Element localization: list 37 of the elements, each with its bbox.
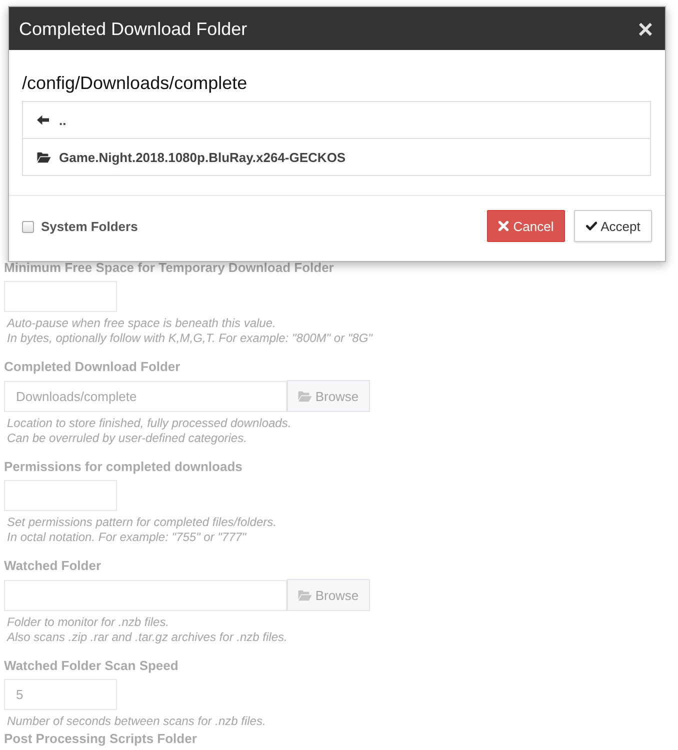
close-button[interactable]: × <box>636 16 655 42</box>
help-text: Folder to monitor for .nzb files. <box>6 615 170 630</box>
accept-button[interactable]: Accept <box>574 210 652 242</box>
help-text: Auto-pause when free space is beneath this value. <box>6 316 277 331</box>
folder-icon <box>298 590 312 600</box>
setting-label: Watched Folder Scan Speed <box>4 657 180 675</box>
help-text: Location to store finished, fully processed downloads. <box>6 416 292 431</box>
arrow-left-icon <box>37 115 49 125</box>
browse-button[interactable]: Browse <box>287 380 370 412</box>
folder-icon <box>37 152 51 162</box>
current-path: /config/Downloads/complete <box>22 72 248 94</box>
setting-label: Permissions for completed downloads <box>4 458 244 476</box>
help-text: Also scans .zip .rar and .tar.gz archives for .nzb files. <box>6 630 288 645</box>
checkbox-label: System Folders <box>41 218 138 234</box>
text-field[interactable] <box>4 480 117 511</box>
text-field[interactable] <box>4 580 287 610</box>
setting-label: Minimum Free Space for Temporary Download Folder <box>4 259 335 277</box>
help-text: In octal notation. For example: "755" or "777" <box>6 530 248 545</box>
setting-label: Watched Folder <box>4 557 102 575</box>
check-icon <box>586 221 597 231</box>
close-icon <box>498 221 510 231</box>
browse-button[interactable]: Browse <box>287 579 370 611</box>
text-field[interactable] <box>4 281 117 312</box>
help-text: Number of seconds between scans for .nzb files. <box>6 714 267 729</box>
help-text: In bytes, optionally follow with K,M,G,T. For example: "800M" or "8G" <box>6 331 374 346</box>
dialog-title: Completed Download Folder <box>19 18 248 40</box>
setting-label: Completed Download Folder <box>4 358 182 376</box>
help-text: Set permissions pattern for completed files/folders. <box>6 515 278 530</box>
folder-list-item[interactable]: .. <box>23 102 650 138</box>
text-field[interactable]: Downloads/complete <box>4 380 287 412</box>
setting-label: Post Processing Scripts Folder <box>4 732 198 746</box>
text-field[interactable]: 5 <box>4 679 117 710</box>
help-text: Can be overruled by user-defined categories. <box>6 431 248 446</box>
folder-list-item[interactable]: Game.Night.2018.1080p.BluRay.x264-GECKOS <box>23 138 650 175</box>
cancel-button[interactable]: Cancel <box>487 210 565 242</box>
checkbox[interactable] <box>22 221 34 233</box>
folder-icon <box>298 390 312 402</box>
